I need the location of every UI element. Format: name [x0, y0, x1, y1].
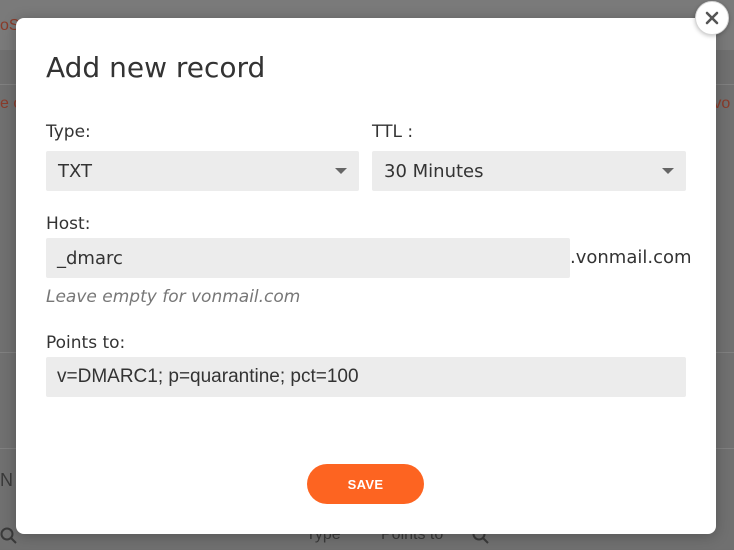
chevron-down-icon [335, 168, 347, 174]
host-label: Host: [46, 214, 91, 234]
close-button[interactable] [695, 1, 729, 35]
dialog-title: Add new record [46, 51, 266, 84]
host-input-value: _dmarc [57, 247, 123, 269]
chevron-down-icon [662, 168, 674, 174]
search-icon [0, 527, 18, 550]
host-domain-suffix: .vonmail.com [570, 247, 692, 268]
host-hint: Leave empty for vonmail.com [46, 287, 301, 307]
points-to-input[interactable]: v=DMARC1; p=quarantine; pct=100 [46, 357, 686, 397]
points-to-input-value: v=DMARC1; p=quarantine; pct=100 [57, 366, 359, 387]
host-input[interactable]: _dmarc [46, 238, 570, 278]
type-label: Type: [46, 122, 91, 142]
add-record-dialog: Add new record Type: TXT TTL : 30 Minute… [16, 18, 716, 534]
ttl-select-value: 30 Minutes [384, 160, 484, 182]
ttl-label: TTL : [372, 122, 414, 142]
type-select-value: TXT [58, 160, 93, 182]
ttl-select[interactable]: 30 Minutes [372, 151, 686, 191]
save-button[interactable]: SAVE [307, 464, 424, 504]
type-select[interactable]: TXT [46, 151, 359, 191]
background-text-fragment: N [0, 470, 13, 490]
points-to-label: Points to: [46, 333, 126, 353]
close-icon [705, 11, 719, 25]
